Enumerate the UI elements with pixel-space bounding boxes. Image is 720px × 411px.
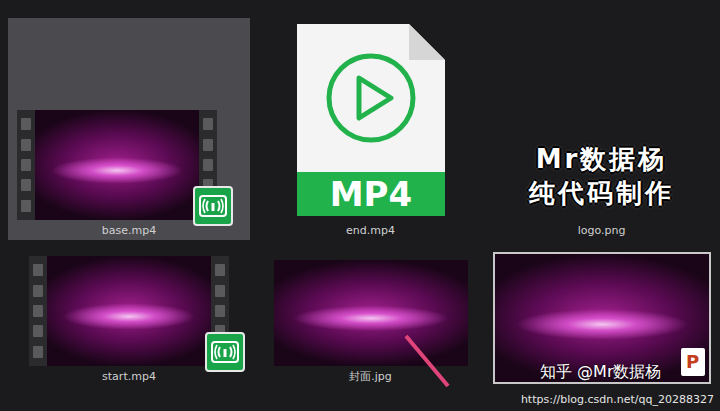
mp4-file-icon: MP4 [293, 20, 449, 220]
file-name: base.mp4 [102, 224, 156, 238]
file-name: logo.png [578, 224, 626, 238]
video-thumbnail [29, 256, 229, 366]
film-strip [17, 110, 35, 220]
logo-text: 纯代码制作 [529, 178, 674, 208]
powerpoint-icon: P [681, 348, 705, 376]
watermark: 知乎 @Mr数据杨 [540, 362, 661, 382]
file-item[interactable]: Mr数据杨纯代码制作 logo.png [491, 18, 712, 240]
video-thumbnail [17, 110, 217, 220]
pointer-arrow-icon [398, 332, 458, 392]
media-player-icon [205, 332, 245, 372]
file-name: start.mp4 [102, 370, 156, 384]
watermark-url: https://blog.csdn.net/qq_20288327 [521, 393, 714, 407]
film-strip [29, 256, 47, 366]
file-name: 封面.jpg [349, 370, 392, 384]
file-item[interactable]: base.mp4 [8, 18, 250, 240]
file-name: end.mp4 [346, 224, 395, 238]
file-item[interactable]: 封面.jpg [258, 244, 483, 386]
file-explorer: base.mp4 MP4 end.mp4 Mr数据杨纯代码制作 logo.png star… [0, 0, 720, 411]
logo-thumbnail: Mr数据杨纯代码制作 [529, 144, 674, 208]
logo-text: Mr数据杨 [536, 144, 668, 174]
video-frame [35, 110, 199, 220]
svg-text:MP4: MP4 [329, 174, 411, 214]
file-grid: base.mp4 MP4 end.mp4 Mr数据杨纯代码制作 logo.png star… [8, 18, 712, 386]
media-player-icon [193, 186, 233, 226]
video-frame [47, 256, 211, 366]
file-item[interactable]: MP4 end.mp4 [258, 18, 483, 240]
image-thumbnail [274, 260, 468, 366]
file-item[interactable]: start.mp4 [8, 244, 250, 386]
